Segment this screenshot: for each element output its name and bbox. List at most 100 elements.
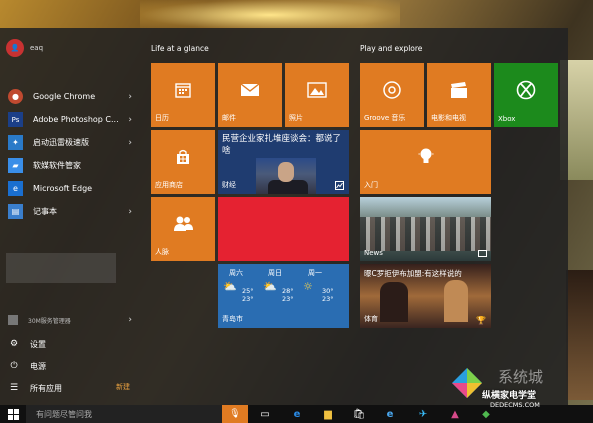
ie-icon[interactable]: e <box>382 407 398 421</box>
software-manager-icon: ▰ <box>8 158 23 173</box>
sun-icon: ☼ <box>303 280 313 293</box>
weather-low: 23° <box>322 295 334 303</box>
app-label: 启动迅雷极速版 <box>33 138 89 147</box>
store-icon[interactable]: 🛍 <box>351 407 367 421</box>
groove-music-icon <box>383 81 401 99</box>
tile-mail[interactable]: 邮件 <box>218 63 282 127</box>
tile-label: News <box>364 249 383 257</box>
tile-xbox[interactable]: Xbox <box>494 63 558 127</box>
tile-weather[interactable]: 周六 周日 周一 ⛅ ⛅ ☼ 25° 23° 28° 23° 30° 23° 青… <box>218 264 349 328</box>
tile-store[interactable]: 应用商店 <box>151 130 215 194</box>
tile-label: Xbox <box>498 115 516 123</box>
photoshop-icon: Ps <box>8 112 23 127</box>
chevron-right-icon[interactable]: › <box>128 115 132 125</box>
weather-high: 30° <box>322 287 334 295</box>
blurred-app-entry <box>6 253 116 283</box>
chevron-right-icon[interactable]: › <box>128 92 132 102</box>
athlete-figure <box>380 282 408 322</box>
app-item-thunder[interactable]: ✦ 启动迅雷极速版 › <box>0 131 140 154</box>
athlete-figure <box>444 280 468 322</box>
group-header-play[interactable]: Play and explore <box>360 44 422 53</box>
watermark: 系统城 纵横家电学堂 DEDECMS.COM <box>440 364 593 409</box>
chevron-right-icon[interactable]: › <box>128 207 132 217</box>
app-item-chrome[interactable]: ● Google Chrome › <box>0 85 140 108</box>
user-account[interactable]: 👤 eaq <box>6 38 43 58</box>
tile-red-placeholder[interactable] <box>218 197 349 261</box>
tile-sports[interactable]: 曝C罗拒伊布加盟:有这样说的 体育 🏆 <box>360 264 491 328</box>
app-label: 30M服务管理器 <box>28 317 71 325</box>
power-button[interactable]: ⏻ 电源 <box>0 355 140 377</box>
edge-icon[interactable]: e <box>289 407 305 421</box>
thunder-icon: ✦ <box>8 135 23 150</box>
microphone-button[interactable]: 🎙 <box>222 405 248 423</box>
calendar-icon <box>175 83 191 98</box>
power-icon: ⏻ <box>10 361 18 371</box>
news-photo-figure <box>268 180 308 194</box>
tile-calendar[interactable]: 日历 <box>151 63 215 127</box>
tile-photos[interactable]: 照片 <box>285 63 349 127</box>
task-view-icon[interactable]: ▭ <box>257 407 273 421</box>
service-manager-icon <box>8 315 18 325</box>
weather-day: 周一 <box>308 269 322 277</box>
photos-icon <box>307 82 327 98</box>
tile-groove[interactable]: Groove 音乐 <box>360 63 424 127</box>
app-label: Google Chrome <box>33 92 96 101</box>
windows-logo-icon <box>7 408 19 420</box>
app-label: Microsoft Edge <box>33 184 93 193</box>
search-input[interactable]: 有问题尽管问我 <box>26 405 222 423</box>
app-item-software-manager[interactable]: ▰ 软媒软件管家 <box>0 154 140 177</box>
app-item-notepad[interactable]: ▤ 记事本 › <box>0 200 140 223</box>
watermark-url: DEDECMS.COM <box>490 401 540 409</box>
chrome-icon: ● <box>8 89 23 104</box>
sports-headline: 曝C罗拒伊布加盟:有这样说的 <box>364 269 462 278</box>
app-item-edge[interactable]: e Microsoft Edge <box>0 177 140 200</box>
settings-label: 设置 <box>30 339 46 349</box>
app-icon[interactable]: ✈ <box>415 407 431 421</box>
ceiling-lights <box>140 0 400 30</box>
mail-icon <box>240 83 260 96</box>
crowd-photo <box>360 217 491 251</box>
chevron-right-icon[interactable]: › <box>128 315 132 325</box>
chevron-right-icon[interactable]: › <box>128 138 132 148</box>
start-button[interactable] <box>0 405 26 423</box>
clapperboard-icon <box>451 81 467 98</box>
watermark-logo-icon <box>452 368 482 398</box>
people-icon <box>174 216 193 231</box>
weather-day: 周六 <box>229 269 243 277</box>
app-item-service-manager[interactable]: 30M服务管理器 › <box>8 313 132 327</box>
tile-get-started[interactable]: 入门 <box>360 130 491 194</box>
settings-button[interactable]: ⚙ 设置 <box>0 333 140 355</box>
app-item-photoshop[interactable]: Ps Adobe Photoshop C... › <box>0 108 140 131</box>
tile-news-photo[interactable]: News <box>360 197 491 261</box>
app2-icon[interactable]: ▲ <box>447 407 463 421</box>
microphone-icon: 🎙 <box>229 409 241 419</box>
tile-people[interactable]: 人脉 <box>151 197 215 261</box>
power-label: 电源 <box>30 361 46 371</box>
weather-high: 28° <box>282 287 294 295</box>
tile-news[interactable]: 民营企业家扎堆座谈会：都说了啥 财经 <box>218 130 349 194</box>
all-apps-label: 所有应用 <box>30 383 62 393</box>
app-label: 软媒软件管家 <box>33 161 81 170</box>
store-icon <box>177 149 189 164</box>
new-badge[interactable]: 新建 <box>116 382 130 392</box>
group-header-life[interactable]: Life at a glance <box>151 44 209 53</box>
weather-high: 25° <box>242 287 254 295</box>
list-icon: ☰ <box>9 383 19 393</box>
tile-label: 邮件 <box>222 114 236 122</box>
app3-icon[interactable]: ◆ <box>478 407 494 421</box>
news-photo <box>256 158 316 194</box>
start-menu: 👤 eaq ● Google Chrome › Ps Adobe Photosh… <box>0 28 568 405</box>
watermark-text: 系统城 <box>498 368 544 386</box>
watermark-brand: 纵横家电学堂 <box>482 391 537 401</box>
file-explorer-icon[interactable]: ▆ <box>320 407 336 421</box>
gear-icon: ⚙ <box>9 339 19 349</box>
tile-label: 体育 <box>364 315 378 323</box>
sun-cloud-icon: ⛅ <box>263 280 277 293</box>
app-label: Adobe Photoshop C... <box>33 115 119 124</box>
weather-day: 周日 <box>268 269 282 277</box>
news-photo-face <box>278 162 294 182</box>
tile-label: 电影和电视 <box>431 114 466 122</box>
tile-label: 财经 <box>222 181 236 189</box>
tile-label: 照片 <box>289 114 303 122</box>
tile-movies[interactable]: 电影和电视 <box>427 63 491 127</box>
